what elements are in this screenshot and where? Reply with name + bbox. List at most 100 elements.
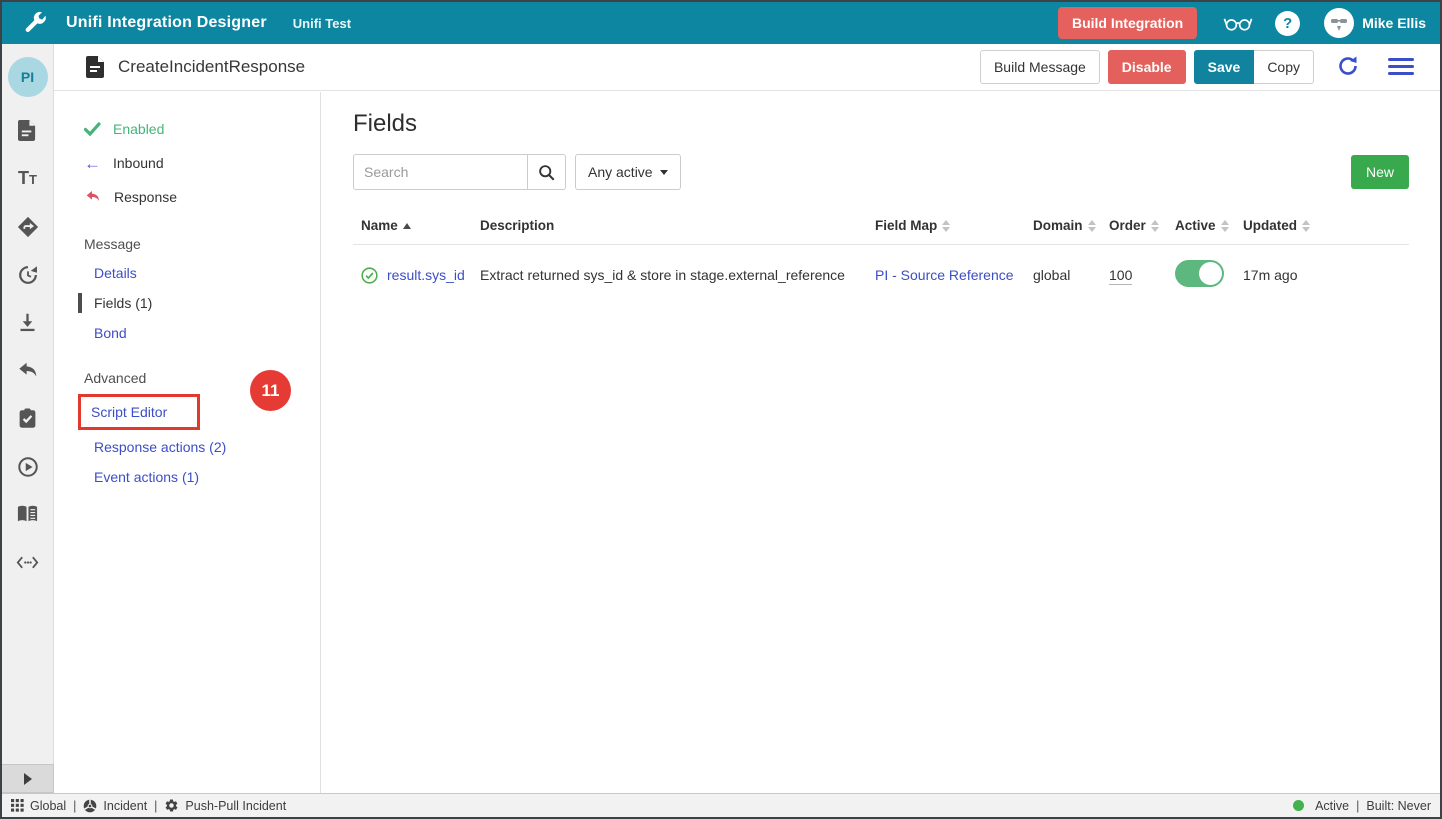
section-title-message: Message xyxy=(84,236,320,252)
save-button[interactable]: Save xyxy=(1194,50,1255,84)
sidebar-item-response-actions[interactable]: Response actions (2) xyxy=(84,432,226,462)
app-title: Unifi Integration Designer xyxy=(66,14,267,32)
search-button[interactable] xyxy=(528,154,566,190)
code-icon[interactable] xyxy=(16,551,39,574)
help-icon[interactable]: ? xyxy=(1275,11,1300,36)
scope-label: Global xyxy=(30,799,66,813)
refresh-button[interactable] xyxy=(1314,50,1364,85)
footer-table[interactable]: Incident xyxy=(83,799,147,813)
search-icon xyxy=(538,164,555,181)
sidebar-item-label: Inbound xyxy=(113,155,164,171)
knowledge-book-icon[interactable] xyxy=(16,503,39,526)
wrench-icon xyxy=(22,10,48,36)
footer-process[interactable]: Push-Pull Incident xyxy=(164,798,286,813)
footer-separator: | xyxy=(154,799,157,813)
sidebar-item-script-editor[interactable]: Script Editor xyxy=(83,401,167,423)
user-avatar-icon xyxy=(1324,8,1354,38)
user-menu[interactable]: Mike Ellis xyxy=(1324,8,1426,38)
refresh-icon xyxy=(1336,54,1360,78)
sidebar-item-inbound[interactable]: ← Inbound xyxy=(84,146,320,180)
table-label: Incident xyxy=(103,799,147,813)
build-message-button[interactable]: Build Message xyxy=(980,50,1100,84)
integration-rail: PI TT xyxy=(2,44,54,793)
cell-active xyxy=(1175,260,1243,290)
preview-glasses-icon[interactable] xyxy=(1223,12,1253,34)
app-window: Unifi Integration Designer Unifi Test Bu… xyxy=(0,0,1442,819)
column-header-order[interactable]: Order xyxy=(1109,218,1175,233)
incident-wheel-icon xyxy=(83,799,97,813)
order-editable-value[interactable]: 100 xyxy=(1109,267,1132,285)
sidebar-item-response[interactable]: Response xyxy=(84,180,320,214)
check-icon xyxy=(84,122,101,136)
cell-updated: 17m ago xyxy=(1243,267,1409,283)
sort-icon xyxy=(1088,220,1096,232)
column-header-updated[interactable]: Updated xyxy=(1243,218,1409,233)
cell-field-map: PI - Source Reference xyxy=(875,267,1033,283)
cell-name: result.sys_id xyxy=(361,267,480,284)
process-label: Push-Pull Incident xyxy=(185,799,286,813)
annotation-highlight-box: Script Editor xyxy=(78,394,200,430)
cell-domain: global xyxy=(1033,267,1109,283)
footer-status: Active xyxy=(1293,799,1349,813)
built-label: Built: Never xyxy=(1366,799,1431,813)
sidebar-item-event-actions[interactable]: Event actions (1) xyxy=(84,462,199,492)
column-header-name[interactable]: Name xyxy=(361,218,480,233)
column-header-description[interactable]: Description xyxy=(480,218,875,233)
footer-separator: | xyxy=(73,799,76,813)
gear-icon xyxy=(164,798,179,813)
messages-document-icon[interactable] xyxy=(16,119,39,142)
footer-scope[interactable]: Global xyxy=(11,799,66,813)
fields-toolbar: Any active New xyxy=(353,154,1409,190)
fields-panel: Fields Any active New Name Descri xyxy=(322,92,1440,793)
reply-red-icon xyxy=(84,189,102,205)
new-field-button[interactable]: New xyxy=(1351,155,1409,189)
fields-table: Name Description Field Map Domain Order … xyxy=(353,218,1409,305)
field-name-link[interactable]: result.sys_id xyxy=(387,267,465,283)
build-integration-button[interactable]: Build Integration xyxy=(1058,7,1197,39)
sidebar-item-bond[interactable]: Bond xyxy=(84,318,127,348)
active-status-icon xyxy=(1293,800,1304,811)
column-header-field-map[interactable]: Field Map xyxy=(875,218,1033,233)
sidebar-item-details[interactable]: Details xyxy=(84,258,137,288)
annotation-step-badge: 11 xyxy=(250,370,291,411)
reply-icon[interactable] xyxy=(16,359,39,382)
sidebar-item-fields[interactable]: Fields (1) xyxy=(84,288,152,318)
disable-button[interactable]: Disable xyxy=(1108,50,1186,84)
play-circle-icon[interactable] xyxy=(16,455,39,478)
active-check-circle-icon xyxy=(361,267,378,284)
menu-icon[interactable] xyxy=(1388,58,1414,76)
download-icon[interactable] xyxy=(16,311,39,334)
column-header-active[interactable]: Active xyxy=(1175,218,1243,233)
active-filter-label: Any active xyxy=(588,164,653,180)
search-group xyxy=(353,154,566,190)
integration-avatar[interactable]: PI xyxy=(8,57,48,97)
sort-asc-icon xyxy=(403,223,411,229)
message-sidebar: Enabled ← Inbound Response Message Detai… xyxy=(54,92,321,793)
top-navbar: Unifi Integration Designer Unifi Test Bu… xyxy=(2,2,1440,44)
rail-expand-button[interactable] xyxy=(2,764,54,793)
field-map-link[interactable]: PI - Source Reference xyxy=(875,267,1014,283)
sort-icon xyxy=(1302,220,1310,232)
text-format-icon[interactable]: TT xyxy=(16,167,39,190)
integration-header: CreateIncidentResponse Build Message Dis… xyxy=(54,44,1440,91)
task-check-icon[interactable] xyxy=(16,407,39,430)
active-toggle[interactable] xyxy=(1175,260,1224,287)
search-input[interactable] xyxy=(353,154,528,190)
sort-icon xyxy=(1151,220,1159,232)
table-header-row: Name Description Field Map Domain Order … xyxy=(353,218,1409,245)
user-name: Mike Ellis xyxy=(1362,15,1426,31)
environment-label[interactable]: Unifi Test xyxy=(293,16,351,31)
active-filter-dropdown[interactable]: Any active xyxy=(575,154,681,190)
cell-description: Extract returned sys_id & store in stage… xyxy=(480,267,875,283)
save-copy-button-group: Save Copy xyxy=(1194,50,1314,84)
navigate-diamond-icon[interactable] xyxy=(16,215,39,238)
expand-arrow-icon xyxy=(24,773,32,785)
sidebar-item-enabled[interactable]: Enabled xyxy=(84,112,320,146)
history-icon[interactable] xyxy=(16,263,39,286)
footer-separator: | xyxy=(1356,799,1359,813)
chevron-down-icon xyxy=(660,170,668,175)
copy-button[interactable]: Copy xyxy=(1254,50,1314,84)
sort-icon xyxy=(1221,220,1229,232)
status-footer: Global | Incident | Push-Pull Incident A… xyxy=(2,793,1440,817)
column-header-domain[interactable]: Domain xyxy=(1033,218,1109,233)
